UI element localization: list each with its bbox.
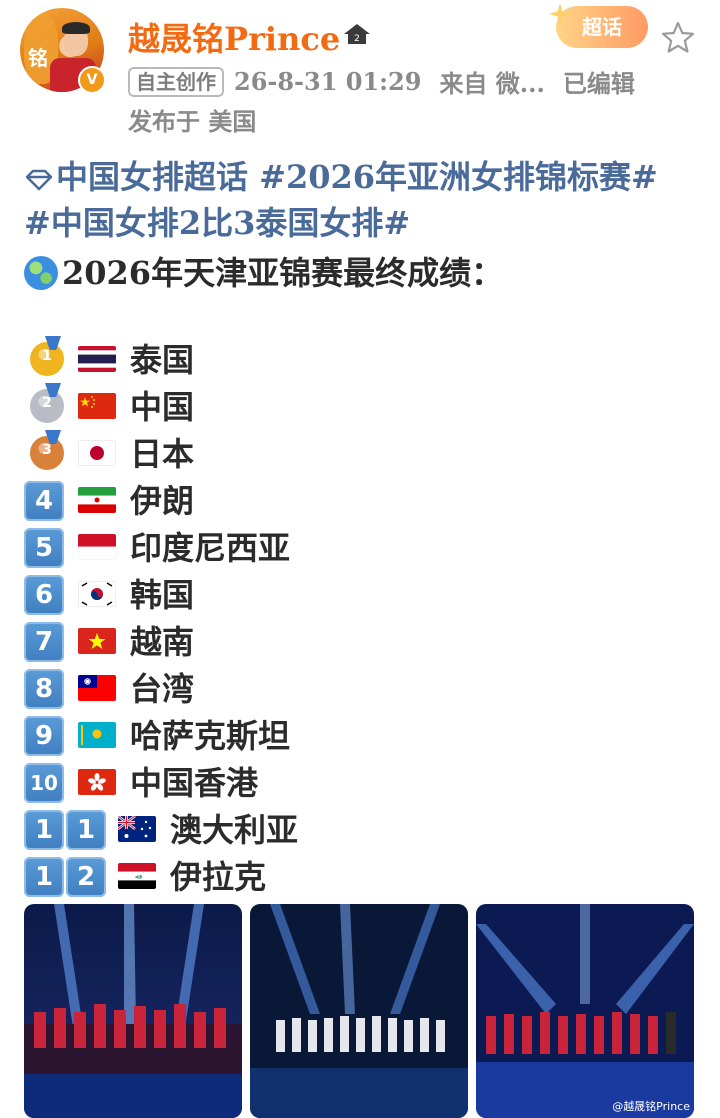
kazakhstan-flag-icon bbox=[78, 722, 116, 748]
silver-medal-icon: 2 bbox=[30, 383, 64, 423]
ranking-row: 1 泰国 bbox=[24, 336, 704, 382]
indonesia-flag-icon bbox=[78, 534, 116, 560]
rank-keycap-icon: 1 bbox=[66, 810, 106, 850]
rank-keycap-icon: 9 bbox=[24, 716, 64, 756]
topic-hashtag-2[interactable]: #中国女排2比3泰国女排# bbox=[24, 198, 410, 244]
vietnam-flag-icon bbox=[78, 628, 116, 654]
hong-kong-flag-icon bbox=[78, 769, 116, 795]
rank-keycap-icon: 7 bbox=[24, 622, 64, 662]
verified-badge-icon: V bbox=[78, 66, 106, 94]
original-content-tag: 自主创作 bbox=[128, 66, 224, 97]
medal-number: 2 bbox=[42, 395, 52, 411]
country-name: 日本 bbox=[130, 435, 195, 473]
photo-3[interactable]: @越晟铭Prince bbox=[476, 904, 694, 1118]
country-name: 伊拉克 bbox=[170, 858, 267, 896]
country-name: 伊朗 bbox=[130, 482, 195, 520]
japan-flag-icon bbox=[78, 440, 116, 466]
ranking-row: 6 韩国 bbox=[24, 573, 704, 617]
post-source[interactable]: 来自 微... bbox=[439, 69, 544, 98]
rank-keycap-icon: 1 bbox=[24, 857, 64, 897]
australia-flag-icon bbox=[118, 816, 156, 842]
stage-photo bbox=[250, 904, 468, 1118]
rank-keycap-icon: 8 bbox=[24, 669, 64, 709]
china-flag-icon bbox=[78, 393, 116, 419]
rank-keycap-icon: 4 bbox=[24, 481, 64, 521]
medal-number: 3 bbox=[42, 442, 52, 458]
avatar-label: 铭 bbox=[28, 46, 48, 70]
supertopic-diamond-icon bbox=[25, 169, 53, 190]
ranking-row: 3 日本 bbox=[24, 430, 704, 476]
level-house-icon: 2 bbox=[344, 24, 370, 44]
ranking-row: 1 2 ﷲ 伊拉克 bbox=[24, 855, 704, 899]
country-name: 哈萨克斯坦 bbox=[130, 717, 291, 755]
rank-keycap-icon: 6 bbox=[24, 575, 64, 615]
rank-keycap-icon: 1 bbox=[24, 810, 64, 850]
rank-keycap-icon: 5 bbox=[24, 528, 64, 568]
country-name: 越南 bbox=[130, 623, 195, 661]
podium-photo bbox=[24, 904, 242, 1118]
post-meta: 自主创作 26-8-31 01:29 来自 微... 已编辑 bbox=[128, 64, 653, 98]
topic-line-1[interactable]: 中国女排超话 #2026年亚洲女排锦标赛# bbox=[24, 152, 658, 198]
photo-2[interactable] bbox=[250, 904, 468, 1118]
avatar-hair bbox=[62, 22, 90, 34]
globe-icon bbox=[24, 256, 58, 290]
country-name: 澳大利亚 bbox=[170, 811, 299, 849]
country-name: 韩国 bbox=[130, 576, 195, 614]
topic-text-1[interactable]: 中国女排超话 #2026年亚洲女排锦标赛# bbox=[56, 158, 658, 196]
south-korea-flag-icon bbox=[78, 581, 116, 607]
rank-keycap-icon: 10 bbox=[24, 763, 64, 803]
sparkle-icon bbox=[549, 3, 571, 25]
country-name: 中国香港 bbox=[130, 764, 259, 802]
iran-flag-icon bbox=[78, 487, 116, 513]
headline-text: 2026年天津亚锦赛最终成绩： bbox=[62, 254, 504, 292]
country-name: 中国 bbox=[130, 388, 195, 426]
iraq-flag-icon: ﷲ bbox=[118, 863, 156, 889]
post-headline: 2026年天津亚锦赛最终成绩： bbox=[24, 248, 503, 294]
ranking-row: 2 中国 bbox=[24, 383, 704, 429]
rank-keycap-icon: 2 bbox=[66, 857, 106, 897]
country-name: 泰国 bbox=[130, 341, 195, 379]
ranking-row: 4 伊朗 bbox=[24, 479, 704, 523]
medal-number: 1 bbox=[42, 348, 52, 364]
ranking-row: 1 1 澳大利亚 bbox=[24, 808, 704, 852]
supertopic-label: 超话 bbox=[582, 15, 622, 39]
post-timestamp: 26-8-31 01:29 bbox=[234, 67, 422, 96]
ranking-row: 5 印度尼西亚 bbox=[24, 526, 704, 570]
ranking-row: 8 台湾 bbox=[24, 667, 704, 711]
ranking-row: 10 中国香港 bbox=[24, 761, 704, 805]
lineup-photo bbox=[476, 904, 694, 1118]
gold-medal-icon: 1 bbox=[30, 336, 64, 376]
country-name: 印度尼西亚 bbox=[130, 529, 291, 567]
photo-1[interactable] bbox=[24, 904, 242, 1118]
thailand-flag-icon bbox=[78, 346, 116, 372]
photo-watermark: @越晟铭Prince bbox=[612, 1100, 690, 1113]
ranking-row: 9 哈萨克斯坦 bbox=[24, 714, 704, 758]
taiwan-flag-icon bbox=[78, 675, 116, 701]
edited-label[interactable]: 已编辑 bbox=[563, 69, 635, 98]
country-name: 台湾 bbox=[130, 670, 195, 708]
post-location: 发布于 美国 bbox=[128, 107, 257, 136]
svg-text:2: 2 bbox=[354, 34, 360, 44]
username[interactable]: 越晟铭Prince bbox=[128, 14, 340, 60]
favorite-star-icon[interactable] bbox=[660, 20, 696, 56]
bronze-medal-icon: 3 bbox=[30, 430, 64, 470]
ranking-row: 7 越南 bbox=[24, 620, 704, 664]
